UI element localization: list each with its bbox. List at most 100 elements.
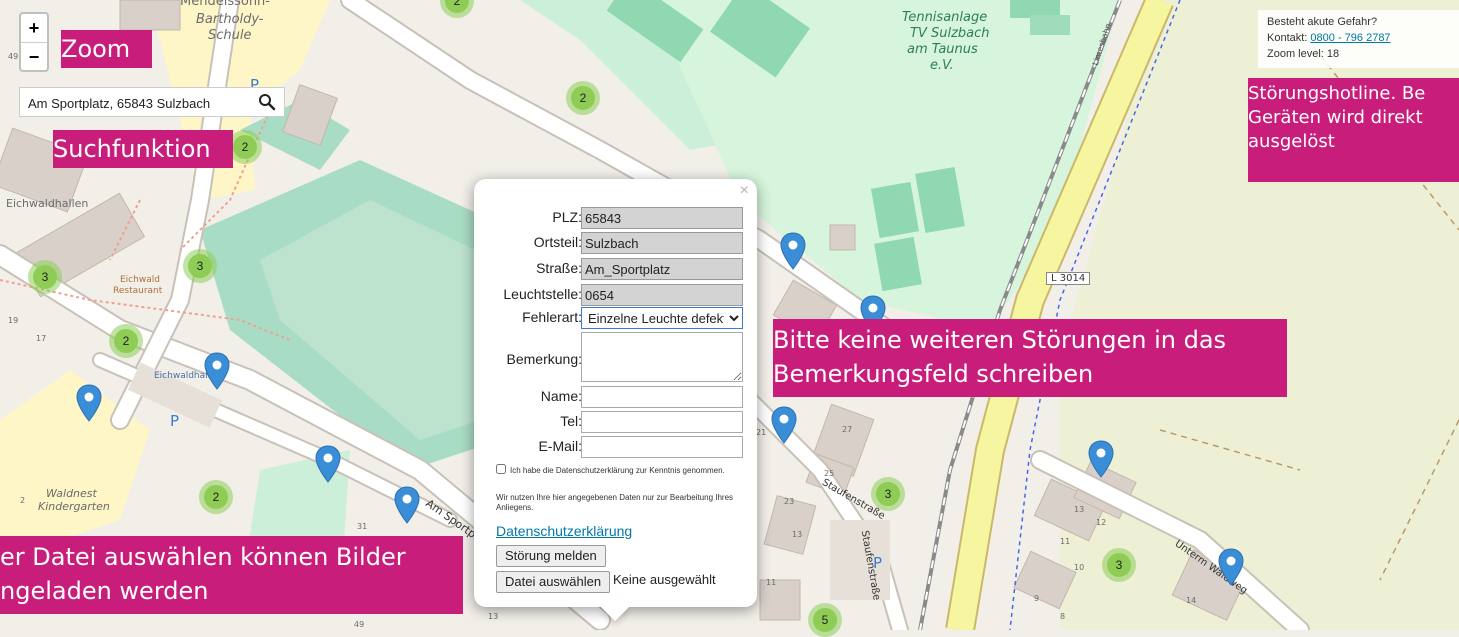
map-label-kindergarten-2: Kindergarten: [38, 500, 110, 513]
map-marker-icon[interactable]: [780, 232, 806, 270]
house-number: 17: [36, 334, 47, 343]
marker-cluster[interactable]: 3: [183, 249, 217, 283]
close-icon[interactable]: ×: [740, 182, 749, 200]
house-number: 13: [792, 530, 803, 539]
consent-text: Ich habe die Datenschutzerklärung zur Ke…: [510, 466, 725, 475]
house-number: 11: [1060, 537, 1071, 546]
submit-report-button[interactable]: Störung melden: [496, 545, 606, 567]
plz-label: PLZ:: [552, 209, 582, 225]
privacy-link[interactable]: Datenschutzerklärung: [496, 523, 632, 539]
email-field[interactable]: [581, 436, 743, 458]
map-marker-icon[interactable]: [771, 406, 797, 444]
house-number: 2: [20, 496, 26, 505]
house-number: 23: [784, 497, 795, 506]
map-label-restaurant-1: Eichwald: [120, 275, 160, 285]
annotation-upload-line: ngeladen werden: [0, 577, 209, 605]
marker-cluster[interactable]: 3: [871, 477, 905, 511]
contact-label: Kontakt:: [1267, 32, 1308, 44]
email-label: E-Mail:: [538, 438, 582, 454]
marker-cluster[interactable]: 3: [28, 260, 62, 294]
annotation-hotline-line: ausgelöst: [1248, 131, 1335, 152]
bemerkung-textarea[interactable]: [581, 332, 743, 382]
map-marker-icon[interactable]: [1218, 548, 1244, 586]
choose-file-button[interactable]: Datei auswählen: [496, 571, 611, 593]
email-row: E-Mail:: [474, 436, 757, 458]
strasse-row: Straße:: [474, 258, 757, 280]
marker-cluster[interactable]: 2: [109, 324, 143, 358]
fehlerart-row: Fehlerart: Einzelne Leuchte defekt: [474, 307, 757, 329]
annotation-upload: er Datei auswählen können Bilder ngelade…: [0, 536, 463, 614]
report-popup: × PLZ: Ortsteil: Straße: Leuchtstelle: F…: [474, 179, 757, 622]
map-marker-icon[interactable]: [315, 445, 341, 483]
house-number: 8: [1060, 612, 1066, 621]
plz-field[interactable]: [581, 207, 743, 229]
house-number: 21: [756, 428, 767, 437]
consent-checkbox[interactable]: [496, 464, 506, 474]
marker-cluster[interactable]: 2: [228, 130, 262, 164]
marker-cluster[interactable]: 5: [808, 603, 842, 637]
annotation-remark-line: Bitte keine weiteren Störungen in das: [773, 326, 1227, 354]
hotline-info-box: Besteht akute Gefahr? Kontakt: 0800 - 79…: [1258, 10, 1459, 68]
zoom-level-label: Zoom level:: [1267, 48, 1324, 60]
zoom-control: + −: [19, 12, 49, 72]
house-number: 13: [488, 612, 499, 621]
road-ref-badge: L 3014: [1046, 272, 1091, 285]
annotation-search: Suchfunktion: [53, 130, 233, 168]
map-label-tennis-1: Tennisanlage: [902, 10, 988, 25]
leuchtstelle-label: Leuchtstelle:: [503, 286, 582, 302]
name-label: Name:: [540, 388, 582, 404]
bemerkung-label: Bemerkung:: [506, 351, 582, 367]
cluster-count: 2: [233, 135, 257, 159]
ortsteil-row: Ortsteil:: [474, 232, 757, 254]
house-number: 27: [842, 425, 853, 434]
annotation-upload-line: er Datei auswählen können Bilder: [0, 543, 406, 571]
zoom-level-line: Zoom level: 18: [1267, 46, 1459, 62]
search-box: [19, 87, 285, 117]
annotation-remark: Bitte keine weiteren Störungen in das Be…: [773, 319, 1287, 397]
ortsteil-field[interactable]: [581, 232, 743, 254]
zoom-out-button[interactable]: −: [21, 43, 47, 71]
tel-label: Tel:: [560, 413, 582, 429]
fehlerart-label: Fehlerart:: [522, 309, 582, 325]
marker-cluster[interactable]: 3: [1102, 548, 1136, 582]
annotation-hotline-line: Geräten wird direkt: [1248, 107, 1423, 128]
consent-row: Ich habe die Datenschutzerklärung zur Ke…: [496, 464, 746, 476]
cluster-count: 2: [445, 0, 469, 13]
tel-field[interactable]: [581, 411, 743, 433]
cluster-count: 3: [188, 254, 212, 278]
marker-cluster[interactable]: 2: [199, 480, 233, 514]
map-label-tennis-2: TV Sulzbach: [910, 26, 990, 41]
house-number: 49: [354, 620, 365, 629]
strasse-label: Straße:: [536, 260, 582, 276]
parking-label-3: P: [873, 554, 883, 572]
map-marker-icon[interactable]: [394, 486, 420, 524]
hotline-phone-link[interactable]: 0800 - 796 2787: [1310, 32, 1390, 44]
zoom-in-button[interactable]: +: [21, 14, 47, 43]
name-field[interactable]: [581, 386, 743, 408]
strasse-field[interactable]: [581, 258, 743, 280]
cluster-count: 5: [813, 608, 837, 632]
house-number: 49: [8, 52, 19, 61]
house-number: 19: [8, 316, 19, 325]
search-icon[interactable]: [258, 93, 276, 111]
file-status: Keine ausgewählt: [613, 572, 716, 587]
house-number: 11: [766, 578, 777, 587]
marker-cluster[interactable]: 2: [566, 81, 600, 115]
plz-row: PLZ:: [474, 207, 757, 229]
map-marker-icon[interactable]: [76, 384, 102, 422]
cluster-count: 2: [204, 485, 228, 509]
cluster-count: 3: [1107, 553, 1131, 577]
leuchtstelle-field[interactable]: [581, 284, 743, 306]
map-marker-icon[interactable]: [1088, 440, 1114, 478]
cluster-count: 3: [33, 265, 57, 289]
map-marker-icon[interactable]: [204, 352, 230, 390]
leuchtstelle-row: Leuchtstelle:: [474, 284, 757, 306]
fehlerart-select[interactable]: Einzelne Leuchte defekt: [581, 307, 743, 329]
map-label-school-2: Bartholdy-: [196, 12, 264, 27]
house-number: 9: [1034, 594, 1040, 603]
annotation-hotline-line: Störungshotline. Be: [1248, 83, 1426, 104]
search-input[interactable]: [26, 92, 250, 114]
tel-row: Tel:: [474, 411, 757, 433]
contact-line: Kontakt: 0800 - 796 2787: [1267, 30, 1459, 46]
annotation-zoom-text: Zoom: [61, 35, 131, 63]
